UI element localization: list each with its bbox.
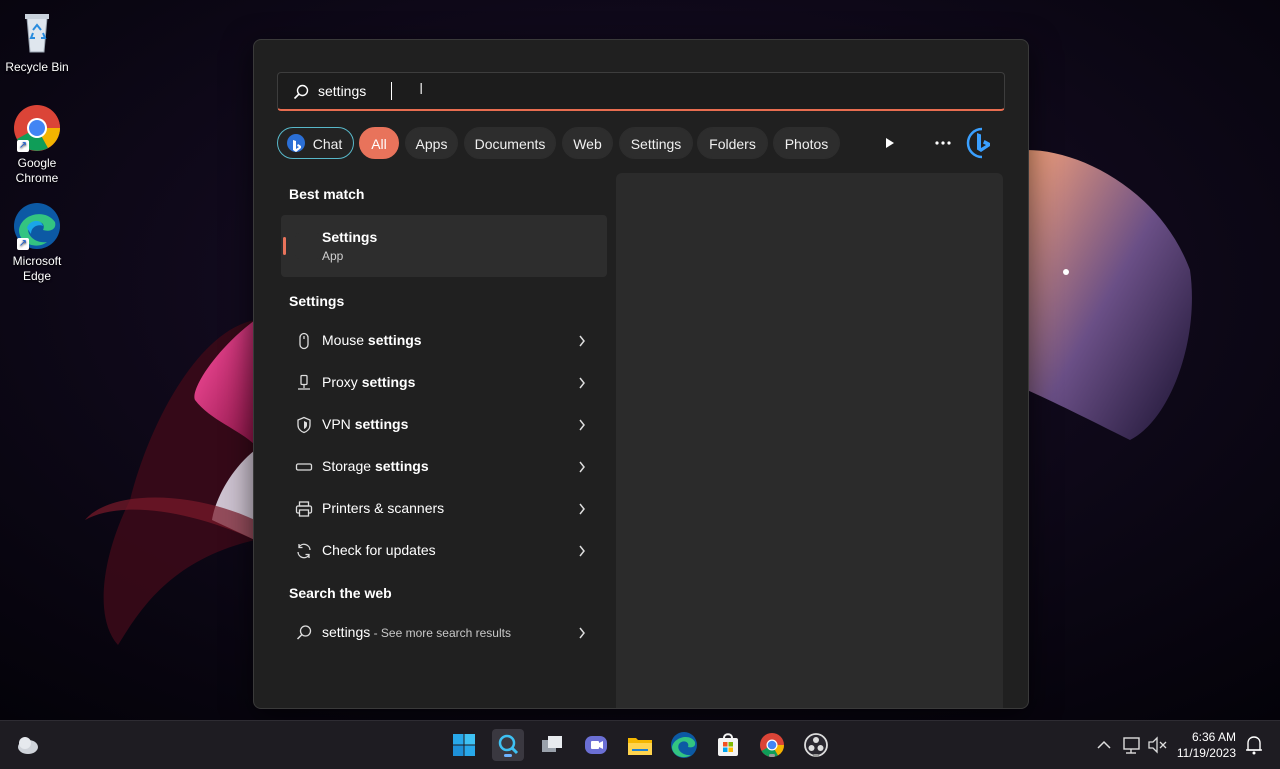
search-icon [293,84,309,100]
chevron-right-icon [579,627,585,639]
microsoft-edge-label: Microsoft Edge [12,254,62,283]
volume-muted-icon[interactable] [1146,729,1170,761]
filter-web[interactable]: Web [562,127,613,159]
mouse-icon [299,332,309,350]
weather-widget-icon[interactable] [12,729,44,761]
clock[interactable]: 6:36 AM 11/19/2023 [1177,729,1236,761]
network-icon[interactable] [1120,729,1144,761]
edge-taskbar-icon[interactable] [668,729,700,761]
result-vpn-settings[interactable]: VPN settings [281,405,607,445]
recycle-bin-label: Recycle Bin [5,60,69,74]
result-label: Mouse settings [322,332,422,348]
filter-folders[interactable]: Folders [697,127,768,159]
search-box[interactable]: I [277,72,1005,111]
teams-chat-icon[interactable] [580,729,612,761]
filter-chat[interactable]: Chat [277,127,354,159]
result-proxy-settings[interactable]: Proxy settings [281,363,607,403]
notification-bell-icon[interactable] [1242,729,1266,761]
filter-chat-label: Chat [312,136,343,152]
best-match-settings-app[interactable]: Settings App [281,215,607,277]
microsoft-store-icon[interactable] [712,729,744,761]
more-options-icon[interactable] [927,127,959,159]
shortcut-arrow-icon: ↗ [17,140,29,152]
search-input[interactable] [318,73,918,109]
bing-icon[interactable] [966,127,998,159]
filter-all[interactable]: All [359,127,399,159]
taskbar: 6:36 AM 11/19/2023 [0,720,1280,769]
text-caret [391,82,392,100]
preview-pane [616,173,1003,708]
result-label: Proxy settings [322,374,416,390]
result-label: Printers & scanners [322,500,445,516]
task-view-icon[interactable] [536,729,568,761]
filter-settings[interactable]: Settings [619,127,693,159]
chevron-right-icon [579,335,585,347]
show-hidden-icons-chevron-up-icon[interactable] [1092,729,1116,761]
shield-icon [297,416,311,434]
recycle-bin-icon [13,8,61,56]
obs-studio-icon[interactable] [800,729,832,761]
running-indicator [813,754,819,757]
printer-icon [295,501,313,517]
filter-photos-label: Photos [784,136,829,152]
recycle-bin-desktop-icon[interactable]: Recycle Bin [4,8,70,75]
result-label: Storage settings [322,458,429,474]
active-indicator [504,754,512,757]
chevron-right-icon [579,503,585,515]
chrome-icon: ↗ [13,104,61,152]
search-icon [296,625,312,640]
chevron-right-icon [579,461,585,473]
filter-photos[interactable]: Photos [773,127,840,159]
best-match-heading: Best match [289,186,365,202]
proxy-icon [298,374,310,390]
best-match-type: App [322,249,344,263]
google-chrome-desktop-icon[interactable]: ↗ Google Chrome [4,104,70,186]
filter-apps-label: Apps [415,136,448,152]
result-label: Check for updates [322,542,436,558]
storage-icon [295,463,313,471]
chrome-taskbar-icon[interactable] [756,729,788,761]
result-label: settings - See more search results [322,624,511,640]
result-printers-scanners[interactable]: Printers & scanners [281,489,607,529]
filter-all-label: All [371,136,387,152]
bing-chat-icon [287,134,305,152]
chevron-right-icon [579,545,585,557]
filter-documents[interactable]: Documents [464,127,556,159]
settings-app-icon [295,233,321,259]
running-indicator [769,754,775,757]
clock-time: 6:36 AM [1191,730,1236,744]
search-web-heading: Search the web [289,585,392,601]
chevron-right-icon [579,377,585,389]
filter-settings-label: Settings [630,136,682,152]
result-mouse-settings[interactable]: Mouse settings [281,321,607,361]
taskbar-search-icon[interactable] [492,729,524,761]
chevron-right-icon [579,419,585,431]
filter-web-label: Web [573,136,602,152]
clock-date: 11/19/2023 [1176,746,1236,760]
microsoft-edge-desktop-icon[interactable]: ↗ Microsoft Edge [4,202,70,284]
selection-accent [283,237,286,255]
filter-apps[interactable]: Apps [405,127,458,159]
result-check-for-updates[interactable]: Check for updates [281,531,607,571]
start-button-windows-icon[interactable] [448,729,480,761]
edge-icon: ↗ [13,202,61,250]
shortcut-arrow-icon: ↗ [17,238,29,250]
settings-section-heading: Settings [289,293,345,309]
filter-documents-label: Documents [474,136,546,152]
search-panel: I Chat All Apps Documents Web Settings F… [253,39,1029,709]
more-filters-play-icon[interactable] [874,127,906,159]
result-storage-settings[interactable]: Storage settings [281,447,607,487]
filter-bar: Chat All Apps Documents Web Settings Fol… [277,127,1007,161]
google-chrome-label: Google Chrome [15,156,59,185]
ibeam-cursor-icon: I [419,81,424,98]
result-web-search[interactable]: settings - See more search results [281,613,607,653]
best-match-name: Settings [322,229,378,245]
file-explorer-icon[interactable] [624,729,656,761]
refresh-icon [297,543,311,559]
filter-folders-label: Folders [709,136,756,152]
result-label: VPN settings [322,416,409,432]
